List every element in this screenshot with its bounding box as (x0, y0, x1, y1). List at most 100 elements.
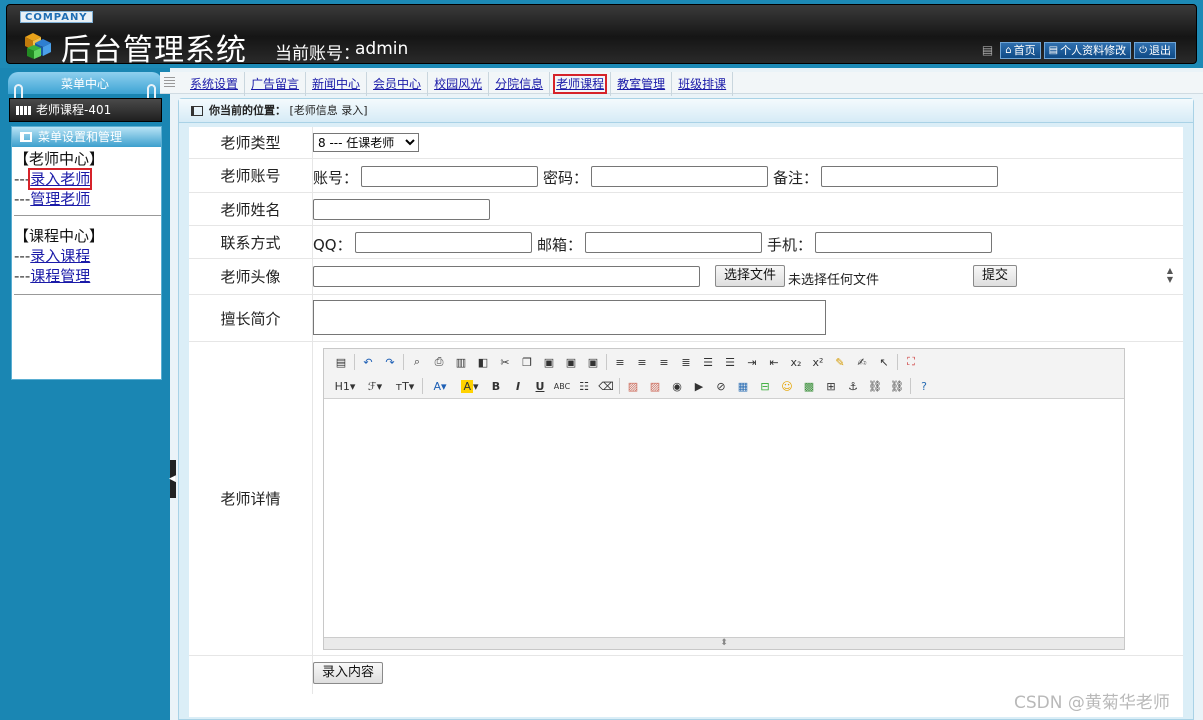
template-icon[interactable]: ▥ (450, 352, 472, 372)
underline-icon[interactable]: U (529, 376, 551, 396)
type-field: 8 --- 任课老师 (313, 127, 1183, 158)
paste-text-icon[interactable]: ▣ (560, 352, 582, 372)
current-module-label: 老师课程-401 (36, 103, 112, 117)
choose-file-button[interactable]: 选择文件 (715, 265, 786, 287)
image-map-icon[interactable]: ▩ (798, 376, 820, 396)
submit-content-button[interactable]: 录入内容 (313, 662, 384, 684)
header-links: ▤ ⌂ 首页 ▤ 个人资料修改 ⏻ 退出 (982, 41, 1176, 59)
nav-news-center[interactable]: 新闻中心 (306, 72, 368, 96)
rich-text-editor: ▤ ↶ ↷ ⌕ ⎙ ▥ ◧ ✂ ❐ ▣ ▣ ▣ ≡ ≡ ≡ ≣ ☰ ☰ ⇥ ⇤ … (323, 348, 1125, 650)
nav-campus-scenery[interactable]: 校园风光 (428, 72, 490, 96)
email-input[interactable] (585, 232, 762, 253)
editor-content-area[interactable] (324, 399, 1124, 637)
align-center-icon[interactable]: ≡ (631, 352, 653, 372)
cut-icon[interactable]: ✂ (494, 352, 516, 372)
anchor-icon[interactable]: ⚓ (842, 376, 864, 396)
form-row-name: 老师姓名 (189, 193, 1183, 226)
ordered-list-icon[interactable]: ☰ (697, 352, 719, 372)
chevron-left-icon: ◀ (169, 474, 176, 484)
top-nav: 系统设置 广告留言 新闻中心 会员中心 校园风光 分院信息 老师课程 教室管理 … (160, 72, 1203, 96)
add-teacher-link[interactable]: 录入老师 (28, 168, 93, 190)
horizontal-rule-icon[interactable]: ⊟ (754, 376, 776, 396)
header-bar: COMPANY 后台管理系统 当前账号： admin ▤ ⌂ 首页 ▤ 个人资料修改… (6, 4, 1197, 68)
italic-icon[interactable]: I (507, 376, 529, 396)
phone-field-label: 手机： (767, 236, 813, 254)
source-icon[interactable]: ▤ (330, 352, 352, 372)
add-course-link[interactable]: 录入课程 (30, 247, 90, 265)
system-title: 后台管理系统 (61, 33, 247, 68)
remark-input[interactable] (821, 166, 998, 187)
nav-classroom-management[interactable]: 教室管理 (611, 72, 673, 96)
select-all-icon[interactable]: ✍ (851, 352, 873, 372)
unordered-list-icon[interactable]: ☰ (719, 352, 741, 372)
logout-label: 退出 (1149, 44, 1171, 57)
phone-input[interactable] (815, 232, 992, 253)
image-icon[interactable]: ▨ (622, 376, 644, 396)
page-break-icon[interactable]: ⊞ (820, 376, 842, 396)
link-icon[interactable]: ⛓ (864, 376, 886, 396)
line-height-icon[interactable]: ☷ (573, 376, 595, 396)
redo-icon[interactable]: ↷ (379, 352, 401, 372)
indent-icon[interactable]: ⇥ (741, 352, 763, 372)
paste-icon[interactable]: ▣ (538, 352, 560, 372)
attachment-icon[interactable]: ⊘ (710, 376, 732, 396)
cursor-icon[interactable]: ↖ (873, 352, 895, 372)
multi-image-icon[interactable]: ▨ (644, 376, 666, 396)
nav-member-center[interactable]: 会员中心 (367, 72, 429, 96)
outdent-icon[interactable]: ⇤ (763, 352, 785, 372)
clear-format-icon[interactable]: ✎ (829, 352, 851, 372)
fullscreen-icon[interactable]: ⛶ (900, 352, 922, 372)
nav-branch-info[interactable]: 分院信息 (489, 72, 551, 96)
undo-icon[interactable]: ↶ (357, 352, 379, 372)
font-size-icon[interactable]: тT ▾ (390, 376, 420, 396)
flash-icon[interactable]: ◉ (666, 376, 688, 396)
align-left-icon[interactable]: ≡ (609, 352, 631, 372)
media-icon[interactable]: ▶ (688, 376, 710, 396)
sidebar-collapse-handle[interactable]: ◀ (169, 460, 176, 498)
menu-box: 菜单设置和管理 【老师中心】 ---录入老师 ---管理老师 【课程中心】 --… (11, 126, 162, 380)
preview-icon[interactable]: ⌕ (406, 352, 428, 372)
editor-resize-handle[interactable]: ⬍ (324, 637, 1124, 649)
top-nav-list: 系统设置 广告留言 新闻中心 会员中心 校园风光 分院信息 老师课程 教室管理 … (184, 72, 734, 96)
code-icon[interactable]: ◧ (472, 352, 494, 372)
header: COMPANY 后台管理系统 当前账号： admin ▤ ⌂ 首页 ▤ 个人资料修改… (0, 0, 1203, 68)
align-right-icon[interactable]: ≡ (653, 352, 675, 372)
submit-row-label (189, 656, 313, 694)
copy-icon[interactable]: ❐ (516, 352, 538, 372)
profile-edit-button[interactable]: ▤ 个人资料修改 (1043, 41, 1132, 59)
name-input[interactable] (313, 199, 490, 220)
align-justify-icon[interactable]: ≣ (675, 352, 697, 372)
heading-icon[interactable]: H1 ▾ (330, 376, 360, 396)
emoji-icon[interactable]: ☺ (776, 376, 798, 396)
qq-input[interactable] (355, 232, 532, 253)
superscript-icon[interactable]: x² (807, 352, 829, 372)
print-icon[interactable]: ⎙ (428, 352, 450, 372)
font-family-icon[interactable]: ℱ ▾ (360, 376, 390, 396)
password-input[interactable] (591, 166, 768, 187)
upload-button[interactable]: 提交 (973, 265, 1018, 287)
paste-word-icon[interactable]: ▣ (582, 352, 604, 372)
avatar-path-input[interactable] (313, 266, 700, 287)
manage-teacher-link[interactable]: 管理老师 (30, 190, 90, 208)
intro-textarea[interactable] (313, 300, 826, 335)
strikethrough-icon[interactable]: ABC (551, 376, 573, 396)
highlight-color-icon[interactable]: A ▾ (455, 376, 485, 396)
scroll-spinner[interactable]: ▲ ▼ (1163, 266, 1177, 286)
teacher-type-select[interactable]: 8 --- 任课老师 (313, 133, 419, 152)
nav-system-settings[interactable]: 系统设置 (184, 72, 246, 96)
home-button[interactable]: ⌂ 首页 (1000, 41, 1041, 59)
account-input[interactable] (361, 166, 538, 187)
nav-teacher-course[interactable]: 老师课程 (550, 72, 612, 96)
bold-icon[interactable]: B (485, 376, 507, 396)
unlink-icon[interactable]: ⛓ (886, 376, 908, 396)
font-color-icon[interactable]: A ▾ (425, 376, 455, 396)
nav-ad-messages[interactable]: 广告留言 (245, 72, 307, 96)
current-module[interactable]: 老师课程-401 (9, 98, 162, 122)
eraser-icon[interactable]: ⌫ (595, 376, 617, 396)
logout-button[interactable]: ⏻ 退出 (1134, 41, 1176, 59)
manage-course-link[interactable]: 课程管理 (30, 267, 90, 285)
subscript-icon[interactable]: x₂ (785, 352, 807, 372)
nav-class-schedule[interactable]: 班级排课 (672, 72, 734, 96)
table-icon[interactable]: ▦ (732, 376, 754, 396)
help-icon[interactable]: ? (913, 376, 935, 396)
